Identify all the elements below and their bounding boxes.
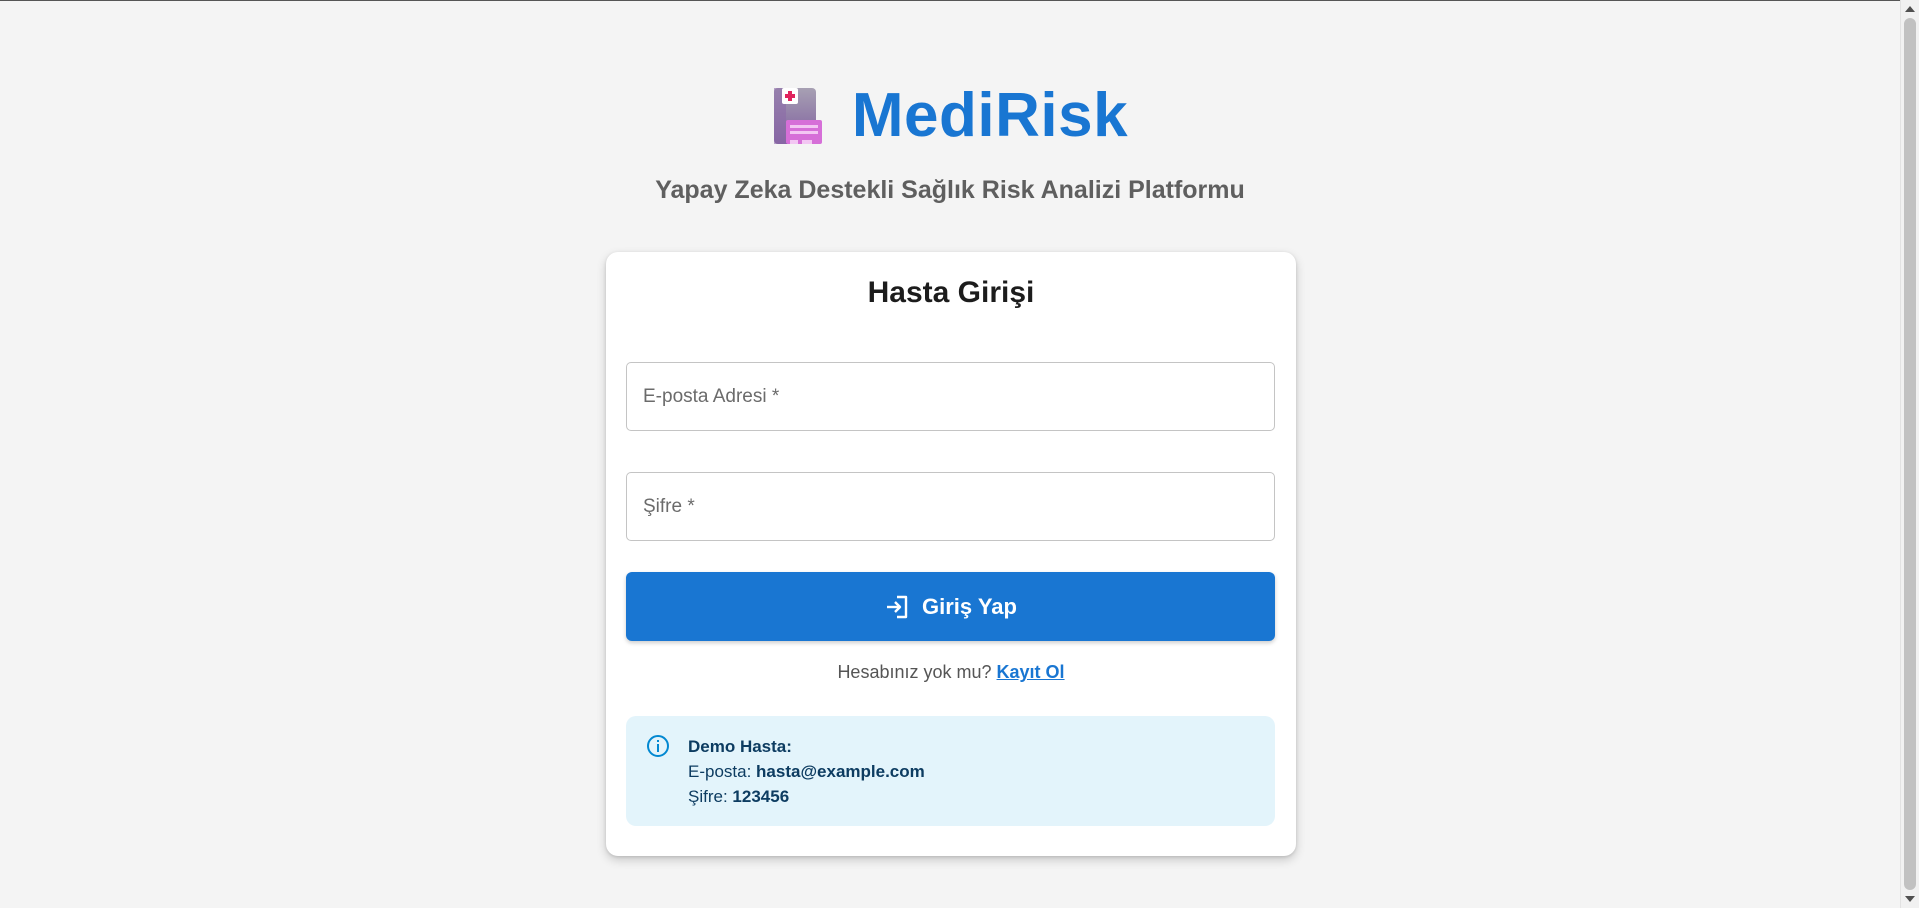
password-input[interactable] [627,473,1274,540]
register-link[interactable]: Kayıt Ol [997,662,1065,682]
login-title: Hasta Girişi [867,276,1035,309]
demo-info-box: Demo Hasta: E-posta: hasta@example.com Ş… [626,716,1275,826]
brand-header: MediRisk [0,80,1900,151]
app-name: MediRisk [851,81,1129,150]
medical-clipboard-icon [773,87,822,144]
demo-heading: Demo Hasta: [688,737,792,756]
scroll-thumb[interactable] [1904,18,1916,890]
demo-password-label: Şifre: [688,787,728,806]
login-icon [887,595,908,618]
demo-email-label: E-posta: [688,762,752,781]
login-button[interactable]: Giriş Yap [626,572,1275,641]
demo-password-value: 123456 [732,787,790,806]
password-field[interactable] [626,472,1275,541]
app-tagline: Yapay Zeka Destekli Sağlık Risk Analizi … [655,176,1245,204]
email-input[interactable] [627,363,1274,430]
scroll-up-arrow-icon[interactable] [1905,6,1915,12]
login-button-label: Giriş Yap [922,593,1017,619]
demo-email-value: hasta@example.com [756,762,925,781]
scroll-down-arrow-icon[interactable] [1905,896,1915,902]
vertical-scrollbar[interactable] [1900,0,1919,908]
info-icon [647,735,669,757]
demo-credentials: Demo Hasta: E-posta: hasta@example.com Ş… [688,734,925,809]
login-card: Hasta Girişi Giriş Yap Hesabınız yok mu?… [606,252,1296,856]
register-prompt: Hesabınız yok mu? [837,662,992,682]
login-page: MediRisk Yapay Zeka Destekli Sağlık Risk… [0,0,1900,908]
email-field[interactable] [626,362,1275,431]
register-prompt-line: Hesabınız yok mu? Kayıt Ol [606,662,1296,683]
